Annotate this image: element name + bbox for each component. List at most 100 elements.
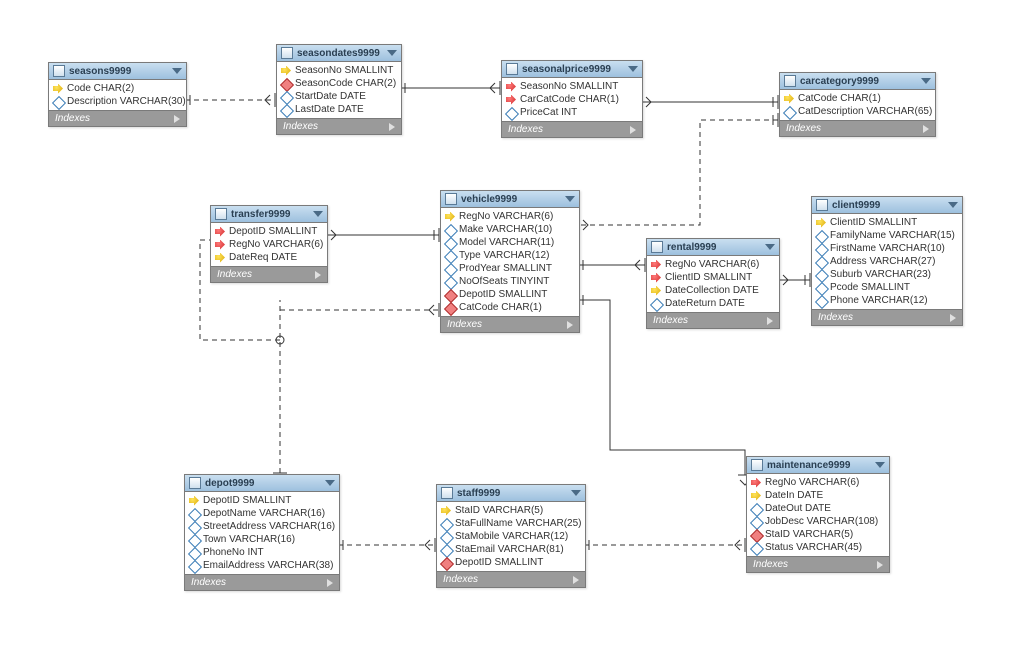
chevron-down-icon[interactable] — [387, 50, 397, 56]
field-icon — [816, 244, 826, 254]
chevron-down-icon[interactable] — [628, 66, 638, 72]
table-icon — [506, 63, 518, 75]
column: ProdYear SMALLINT — [441, 262, 579, 275]
chevron-down-icon[interactable] — [565, 196, 575, 202]
field-icon — [751, 543, 761, 553]
column: StaFullName VARCHAR(25) — [437, 517, 585, 530]
table-icon — [215, 208, 227, 220]
field-icon — [53, 97, 63, 107]
expand-icon — [630, 126, 636, 134]
table-header[interactable]: seasondates9999 — [277, 45, 401, 62]
table-transfer[interactable]: transfer9999 DepotID SMALLINT RegNo VARC… — [210, 205, 328, 283]
chevron-down-icon[interactable] — [765, 244, 775, 250]
indexes-row[interactable]: Indexes — [747, 556, 889, 572]
indexes-row[interactable]: Indexes — [49, 110, 186, 126]
field-icon — [816, 270, 826, 280]
field-icon — [506, 108, 516, 118]
pk-fk-icon — [506, 82, 516, 92]
column: DepotName VARCHAR(16) — [185, 507, 339, 520]
chevron-down-icon[interactable] — [313, 211, 323, 217]
column: Description VARCHAR(30) — [49, 95, 186, 108]
field-icon — [189, 548, 199, 558]
column: ClientID SMALLINT — [812, 216, 962, 229]
indexes-row[interactable]: Indexes — [185, 574, 339, 590]
table-header[interactable]: client9999 — [812, 197, 962, 214]
table-rental[interactable]: rental9999 RegNo VARCHAR(6) ClientID SMA… — [646, 238, 780, 329]
chevron-down-icon[interactable] — [571, 490, 581, 496]
table-maintenance[interactable]: maintenance9999 RegNo VARCHAR(6) DateIn … — [746, 456, 890, 573]
chevron-down-icon[interactable] — [921, 78, 931, 84]
table-header[interactable]: maintenance9999 — [747, 457, 889, 474]
column: SeasonNo SMALLINT — [502, 80, 642, 93]
column: Model VARCHAR(11) — [441, 236, 579, 249]
column: NoOfSeats TINYINT — [441, 275, 579, 288]
chevron-down-icon[interactable] — [875, 462, 885, 468]
indexes-row[interactable]: Indexes — [502, 121, 642, 137]
expand-icon — [174, 115, 180, 123]
table-depot[interactable]: depot9999 DepotID SMALLINT DepotName VAR… — [184, 474, 340, 591]
table-header[interactable]: seasonalprice9999 — [502, 61, 642, 78]
table-title: seasondates9999 — [297, 48, 383, 59]
table-client[interactable]: client9999 ClientID SMALLINT FamilyName … — [811, 196, 963, 326]
table-seasons[interactable]: seasons9999 Code CHAR(2) Description VAR… — [48, 62, 187, 127]
column: RegNo VARCHAR(6) — [747, 476, 889, 489]
table-title: staff9999 — [457, 488, 567, 499]
indexes-row[interactable]: Indexes — [647, 312, 779, 328]
indexes-row[interactable]: Indexes — [437, 571, 585, 587]
field-icon — [189, 535, 199, 545]
pk-icon — [189, 496, 199, 506]
indexes-row[interactable]: Indexes — [780, 120, 935, 136]
indexes-row[interactable]: Indexes — [441, 316, 579, 332]
table-carcategory[interactable]: carcategory9999 CatCode CHAR(1) CatDescr… — [779, 72, 936, 137]
column: RegNo VARCHAR(6) — [211, 238, 327, 251]
column: DepotID SMALLINT — [441, 288, 579, 301]
table-icon — [651, 241, 663, 253]
pk-icon — [816, 218, 826, 228]
indexes-row[interactable]: Indexes — [812, 309, 962, 325]
table-header[interactable]: transfer9999 — [211, 206, 327, 223]
column: Code CHAR(2) — [49, 82, 186, 95]
columns: CatCode CHAR(1) CatDescription VARCHAR(6… — [780, 90, 935, 120]
column: EmailAddress VARCHAR(38) — [185, 559, 339, 572]
table-title: seasonalprice9999 — [522, 64, 624, 75]
table-header[interactable]: carcategory9999 — [780, 73, 935, 90]
indexes-row[interactable]: Indexes — [277, 118, 401, 134]
chevron-down-icon[interactable] — [172, 68, 182, 74]
table-title: transfer9999 — [231, 209, 309, 220]
column: Make VARCHAR(10) — [441, 223, 579, 236]
column: SeasonCode CHAR(2) — [277, 77, 401, 90]
column: CatCode CHAR(1) — [780, 92, 935, 105]
column: FirstName VARCHAR(10) — [812, 242, 962, 255]
table-header[interactable]: vehicle9999 — [441, 191, 579, 208]
table-title: rental9999 — [667, 242, 761, 253]
table-header[interactable]: rental9999 — [647, 239, 779, 256]
table-seasondates[interactable]: seasondates9999 SeasonNo SMALLINT Season… — [276, 44, 402, 135]
column: DateIn DATE — [747, 489, 889, 502]
table-header[interactable]: depot9999 — [185, 475, 339, 492]
table-header[interactable]: seasons9999 — [49, 63, 186, 80]
column: StreetAddress VARCHAR(16) — [185, 520, 339, 533]
table-title: vehicle9999 — [461, 194, 561, 205]
chevron-down-icon[interactable] — [325, 480, 335, 486]
field-icon — [445, 264, 455, 274]
table-title: maintenance9999 — [767, 460, 871, 471]
column: FamilyName VARCHAR(15) — [812, 229, 962, 242]
table-header[interactable]: staff9999 — [437, 485, 585, 502]
expand-icon — [573, 576, 579, 584]
table-vehicle[interactable]: vehicle9999 RegNo VARCHAR(6) Make VARCHA… — [440, 190, 580, 333]
pk-fk-icon — [506, 95, 516, 105]
table-staff[interactable]: staff9999 StaID VARCHAR(5) StaFullName V… — [436, 484, 586, 588]
chevron-down-icon[interactable] — [948, 202, 958, 208]
expand-icon — [389, 123, 395, 131]
column: Status VARCHAR(45) — [747, 541, 889, 554]
column: Pcode SMALLINT — [812, 281, 962, 294]
table-seasonalprice[interactable]: seasonalprice9999 SeasonNo SMALLINT CarC… — [501, 60, 643, 138]
field-icon — [816, 231, 826, 241]
pk-icon — [751, 491, 761, 501]
pk-fk-icon — [215, 227, 225, 237]
column: Phone VARCHAR(12) — [812, 294, 962, 307]
indexes-row[interactable]: Indexes — [211, 266, 327, 282]
expand-icon — [315, 271, 321, 279]
expand-icon — [877, 561, 883, 569]
field-icon — [445, 277, 455, 287]
